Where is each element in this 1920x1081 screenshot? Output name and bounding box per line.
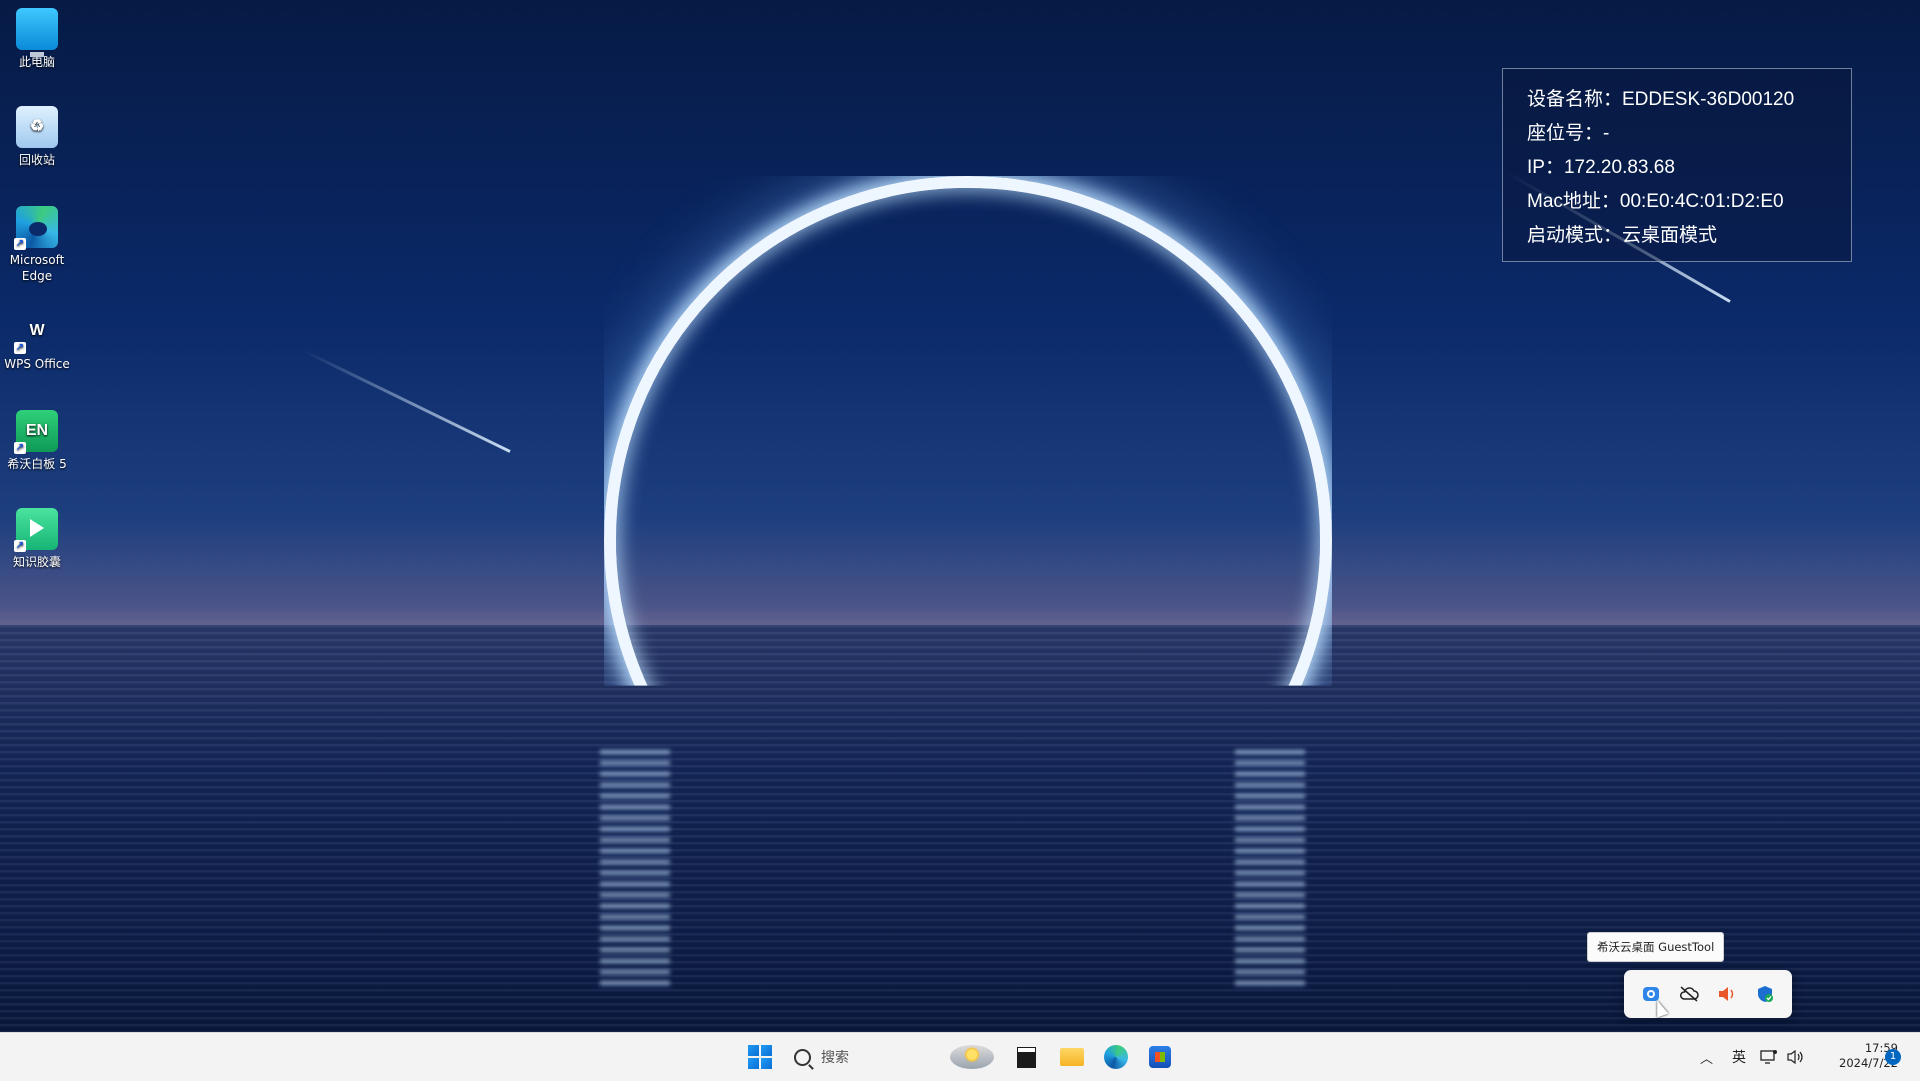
desktop-icon-wps-office[interactable]: W ↗ WPS Office <box>4 310 70 372</box>
network-icon[interactable] <box>1760 1033 1778 1081</box>
desktop-icon-label: WPS Office <box>4 357 70 371</box>
wallpaper-comet-left <box>302 349 511 453</box>
cloud-off-icon[interactable] <box>1677 982 1701 1006</box>
search-placeholder: 搜索 <box>821 1050 849 1066</box>
edge-icon: ↗ <box>14 206 58 250</box>
taskbar-app-store[interactable] <box>1144 1041 1176 1073</box>
terminal-icon <box>1017 1047 1035 1067</box>
search-highlight-icon <box>950 1045 994 1069</box>
taskbar-app-edge[interactable] <box>1100 1041 1132 1073</box>
device-name: 设备名称：EDDESK-36D00120 <box>1527 89 1795 110</box>
shortcut-arrow-icon: ↗ <box>14 238 26 250</box>
boot-mode: 启动模式：云桌面模式 <box>1527 225 1718 246</box>
tray-tooltip: 希沃云桌面 GuestTool <box>1587 932 1725 962</box>
input-method-indicator[interactable]: 英 <box>1732 1033 1746 1081</box>
volume-icon[interactable] <box>1787 1033 1803 1081</box>
knowledge-capsule-icon: ↗ <box>14 508 58 552</box>
show-hidden-icons-button[interactable]: ︿ <box>1700 1033 1713 1081</box>
desktop-icon-whiteboard[interactable]: EN ↗ 希沃白板 5 <box>4 410 70 472</box>
computer-icon <box>16 8 58 57</box>
recycle-bin-icon: ♻ <box>16 106 58 148</box>
whiteboard-icon: EN ↗ <box>14 410 58 454</box>
desktop-icon-label: 回收站 <box>18 153 55 167</box>
start-button[interactable] <box>748 1045 772 1069</box>
search-icon <box>794 1048 811 1066</box>
speaker-icon[interactable] <box>1715 982 1739 1006</box>
edge-icon <box>1104 1045 1128 1069</box>
shortcut-arrow-icon: ↗ <box>14 442 26 454</box>
notification-badge[interactable]: 1 <box>1885 1049 1901 1065</box>
taskbar-app-terminal[interactable] <box>1010 1041 1042 1073</box>
desktop-icon-knowledge-capsule[interactable]: ↗ 知识胶囊 <box>4 508 70 570</box>
device-info-panel: 设备名称：EDDESK-36D00120 座位号：- IP：172.20.83.… <box>1502 68 1852 262</box>
wallpaper-reflection-left <box>600 750 670 990</box>
ip-address: IP：172.20.83.68 <box>1527 157 1675 178</box>
desktop-icon-edge[interactable]: ↗ Microsoft Edge <box>4 206 70 284</box>
desktop-icon-label: 知识胶囊 <box>12 555 61 569</box>
desktop-icon-label: Microsoft Edge <box>9 253 65 283</box>
windows-logo-icon <box>748 1045 759 1056</box>
shortcut-arrow-icon: ↗ <box>14 540 26 552</box>
shortcut-arrow-icon: ↗ <box>14 342 26 354</box>
mac-address: Mac地址：00:E0:4C:01:D2:E0 <box>1527 191 1784 212</box>
desktop-icon-recycle-bin[interactable]: ♻ 回收站 <box>4 106 70 168</box>
file-explorer-icon <box>1060 1048 1084 1066</box>
tray-overflow-flyout <box>1624 970 1792 1018</box>
defender-icon[interactable] <box>1753 982 1777 1006</box>
chevron-up-icon: ︿ <box>1700 1051 1714 1067</box>
wallpaper-reflection-right <box>1235 750 1305 990</box>
taskbar-app-file-explorer[interactable] <box>1056 1041 1088 1073</box>
taskbar: 搜索 ︿ 英 17:59 2024/7/22 1 <box>0 1032 1920 1081</box>
wps-icon: W ↗ <box>14 322 45 354</box>
seat-number: 座位号：- <box>1527 123 1610 144</box>
store-icon <box>1149 1046 1171 1068</box>
search-box[interactable]: 搜索 <box>794 1041 994 1073</box>
desktop-icon-this-pc[interactable]: 此电脑 <box>4 8 70 70</box>
desktop-icon-label: 希沃白板 5 <box>7 457 67 471</box>
